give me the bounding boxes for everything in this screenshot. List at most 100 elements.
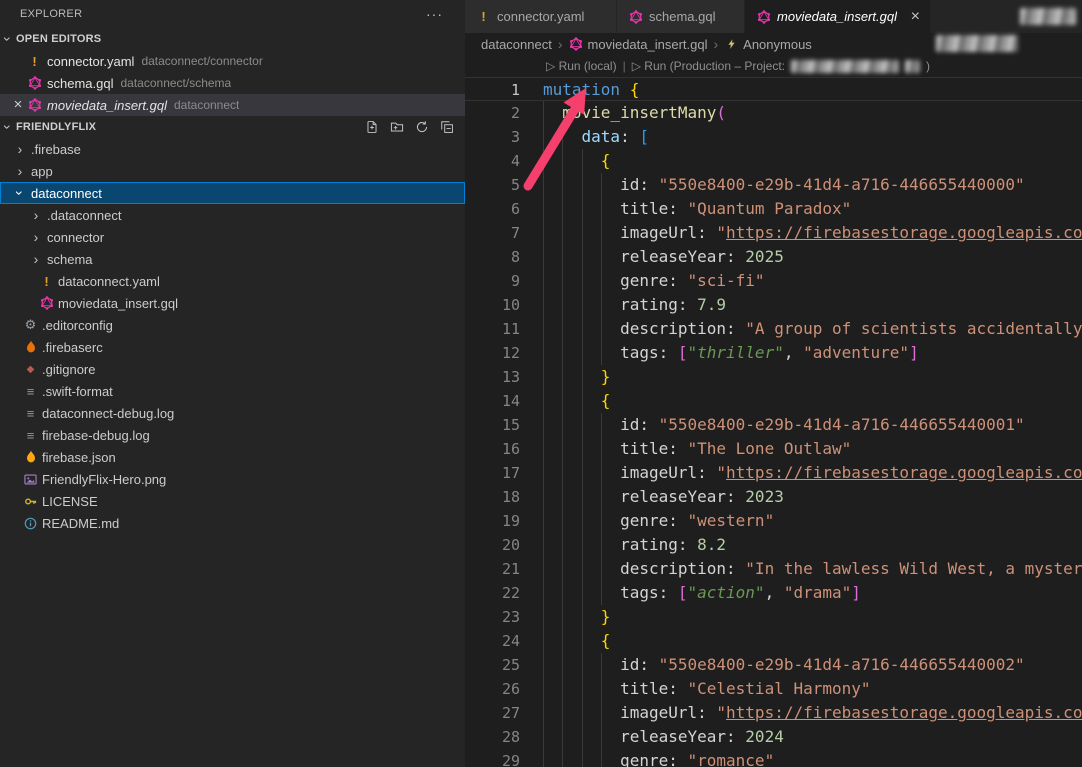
breadcrumb-symbol[interactable]: Anonymous [724,37,812,52]
line-number: 15 [465,413,520,437]
code-line-26[interactable]: 26 title: "Celestial Harmony" [465,677,1082,701]
open-editor-moviedata_insert.gql[interactable]: ×moviedata_insert.gqldataconnect [0,94,465,116]
tree-item-.firebase[interactable]: ›.firebase [0,138,465,160]
line-number: 18 [465,485,520,509]
tree-item-moviedata_insert.gql[interactable]: moviedata_insert.gql [0,292,465,314]
code-line-12[interactable]: 12 tags: ["thriller", "adventure"] [465,341,1082,365]
breadcrumb-folder[interactable]: dataconnect [481,37,552,52]
workspace-header[interactable]: › FRIENDLYFLIX [0,116,465,138]
code-text: } [520,605,610,629]
tree-item-firebase-debug.log[interactable]: ≡firebase-debug.log [0,424,465,446]
code-line-8[interactable]: 8 releaseYear: 2025 [465,245,1082,269]
run-local-link[interactable]: ▷ Run (local) [546,59,617,73]
graphql-icon [26,98,43,112]
open-editor-schema.gql[interactable]: schema.gqldataconnect/schema [0,72,465,94]
tree-item-FriendlyFlix-Hero.png[interactable]: FriendlyFlix-Hero.png [0,468,465,490]
code-line-9[interactable]: 9 genre: "sci-fi" [465,269,1082,293]
code-editor[interactable]: 1mutation {2 movie_insertMany(3 data: [4… [465,77,1082,767]
line-number: 7 [465,221,520,245]
close-icon[interactable]: × [10,97,26,113]
code-line-17[interactable]: 17 imageUrl: "https://firebasestorage.go… [465,461,1082,485]
code-line-7[interactable]: 7 imageUrl: "https://firebasestorage.goo… [465,221,1082,245]
tree-item-label: README.md [42,516,119,531]
run-production-link[interactable]: ▷ Run (Production – Project: [632,59,785,73]
code-line-10[interactable]: 10 rating: 7.9 [465,293,1082,317]
chevron-down-icon: › [0,31,16,47]
chevron-down-icon: › [12,185,28,201]
collapse-all-icon[interactable] [439,119,455,135]
code-line-3[interactable]: 3 data: [ [465,125,1082,149]
code-text: description: "In the lawless Wild West, … [520,557,1082,581]
new-file-icon[interactable] [364,119,380,135]
code-line-14[interactable]: 14 { [465,389,1082,413]
file-tree: ›.firebase›app›dataconnect›.dataconnect›… [0,138,465,534]
tab-label: connector.yaml [497,9,584,24]
sidebar-title-row: EXPLORER ··· [0,0,465,28]
code-line-2[interactable]: 2 movie_insertMany( [465,101,1082,125]
close-icon[interactable]: × [911,9,920,25]
code-line-5[interactable]: 5 id: "550e8400-e29b-41d4-a716-446655440… [465,173,1082,197]
code-line-23[interactable]: 23 } [465,605,1082,629]
code-line-4[interactable]: 4 { [465,149,1082,173]
code-line-24[interactable]: 24 { [465,629,1082,653]
line-number: 13 [465,365,520,389]
code-text: genre: "romance" [520,749,774,767]
open-editors-header[interactable]: › OPEN EDITORS [0,28,465,50]
code-line-15[interactable]: 15 id: "550e8400-e29b-41d4-a716-44665544… [465,413,1082,437]
tree-item-.gitignore[interactable]: ◆.gitignore [0,358,465,380]
open-editor-connector.yaml[interactable]: !connector.yamldataconnect/connector [0,50,465,72]
code-line-27[interactable]: 27 imageUrl: "https://firebasestorage.go… [465,701,1082,725]
code-line-16[interactable]: 16 title: "The Lone Outlaw" [465,437,1082,461]
code-line-29[interactable]: 29 genre: "romance" [465,749,1082,767]
tree-item-app[interactable]: ›app [0,160,465,182]
tree-item-firebase.json[interactable]: firebase.json [0,446,465,468]
line-number: 12 [465,341,520,365]
code-text: movie_insertMany( [520,101,726,125]
more-actions-icon[interactable]: ··· [426,6,443,22]
code-line-6[interactable]: 6 title: "Quantum Paradox" [465,197,1082,221]
tree-item-label: firebase-debug.log [42,428,150,443]
line-number: 9 [465,269,520,293]
key-icon [22,495,39,508]
tree-item-README.md[interactable]: README.md [0,512,465,534]
code-line-20[interactable]: 20 rating: 8.2 [465,533,1082,557]
info-icon [22,517,39,530]
code-line-1[interactable]: 1mutation { [465,77,1082,101]
tab-moviedata-insert-gql[interactable]: moviedata_insert.gql × [745,0,931,33]
tree-item-schema[interactable]: ›schema [0,248,465,270]
codelens-divider: | [623,59,626,73]
graphql-icon [755,10,772,24]
code-line-22[interactable]: 22 tags: ["action", "drama"] [465,581,1082,605]
breadcrumb-file[interactable]: moviedata_insert.gql [569,37,708,52]
code-line-28[interactable]: 28 releaseYear: 2024 [465,725,1082,749]
tree-item-.dataconnect[interactable]: ›.dataconnect [0,204,465,226]
code-line-18[interactable]: 18 releaseYear: 2023 [465,485,1082,509]
code-line-21[interactable]: 21 description: "In the lawless Wild Wes… [465,557,1082,581]
code-line-19[interactable]: 19 genre: "western" [465,509,1082,533]
tree-item-dataconnect.yaml[interactable]: !dataconnect.yaml [0,270,465,292]
flame-icon [22,450,39,464]
redacted-block [905,60,920,73]
tree-item-.editorconfig[interactable]: ⚙.editorconfig [0,314,465,336]
tree-item-label: dataconnect-debug.log [42,406,174,421]
tab-schema-gql[interactable]: schema.gql [617,0,745,33]
code-text: id: "550e8400-e29b-41d4-a716-44665544000… [520,413,1025,437]
tree-item-LICENSE[interactable]: LICENSE [0,490,465,512]
refresh-icon[interactable] [414,119,430,135]
code-line-13[interactable]: 13 } [465,365,1082,389]
code-text: } [520,365,610,389]
code-line-25[interactable]: 25 id: "550e8400-e29b-41d4-a716-44665544… [465,653,1082,677]
chevron-right-icon: › [12,163,28,179]
workspace-label: FRIENDLYFLIX [16,121,96,133]
new-folder-icon[interactable] [389,119,405,135]
code-line-11[interactable]: 11 description: "A group of scientists a… [465,317,1082,341]
breadcrumb-separator: › [713,36,718,52]
lines-icon: ≡ [22,384,39,399]
tree-item-dataconnect-debug.log[interactable]: ≡dataconnect-debug.log [0,402,465,424]
tree-item-.swift-format[interactable]: ≡.swift-format [0,380,465,402]
tree-item-.firebaserc[interactable]: .firebaserc [0,336,465,358]
tab-connector-yaml[interactable]: ! connector.yaml [465,0,617,33]
line-number: 28 [465,725,520,749]
tree-item-connector[interactable]: ›connector [0,226,465,248]
tree-item-dataconnect[interactable]: ›dataconnect [0,182,465,204]
